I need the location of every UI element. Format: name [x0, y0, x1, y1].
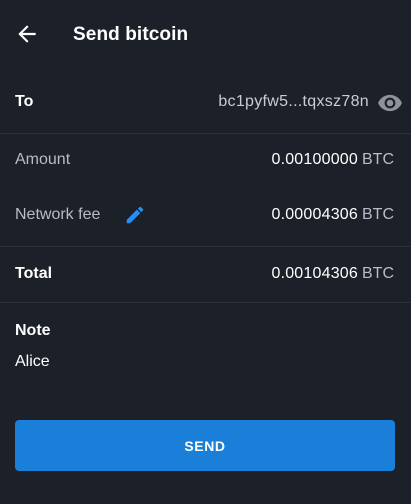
total-label: Total: [15, 265, 53, 282]
amount-value: 0.00100000 BTC: [271, 150, 394, 170]
network-fee-number: 0.00004306: [271, 206, 358, 223]
note-label: Note: [15, 322, 51, 339]
send-bitcoin-screen: Send bitcoin To bc1pyfw5...tqxsz78n Amou…: [0, 0, 411, 504]
network-fee-label: Network fee: [15, 206, 101, 223]
send-button[interactable]: SEND: [15, 420, 395, 471]
recipient-row: To bc1pyfw5...tqxsz78n: [0, 82, 411, 122]
total-value: 0.00104306 BTC: [271, 264, 394, 284]
divider: [0, 133, 411, 134]
total-row: Total 0.00104306 BTC: [0, 259, 411, 289]
amount-label: Amount: [15, 151, 71, 168]
arrow-left-icon: [18, 25, 36, 43]
page-title: Send bitcoin: [73, 24, 189, 45]
show-address-button[interactable]: [377, 90, 403, 116]
network-fee-value: 0.00004306 BTC: [271, 205, 394, 225]
note-text: Alice: [15, 353, 50, 370]
total-unit: BTC: [362, 265, 394, 282]
to-label: To: [15, 93, 34, 110]
divider: [0, 246, 411, 247]
network-fee-unit: BTC: [362, 206, 394, 223]
pencil-icon: [126, 206, 144, 224]
network-fee-row: Network fee 0.00004306 BTC: [0, 200, 411, 230]
back-button[interactable]: [14, 21, 40, 47]
recipient-address: bc1pyfw5...tqxsz78n: [218, 93, 369, 110]
edit-fee-button[interactable]: [124, 204, 146, 226]
amount-row: Amount 0.00100000 BTC: [0, 145, 411, 175]
app-bar: Send bitcoin: [0, 0, 411, 70]
amount-number: 0.00100000: [271, 151, 358, 168]
total-number: 0.00104306: [271, 265, 358, 282]
divider: [0, 302, 411, 303]
amount-unit: BTC: [362, 151, 394, 168]
eye-icon: [378, 94, 402, 112]
